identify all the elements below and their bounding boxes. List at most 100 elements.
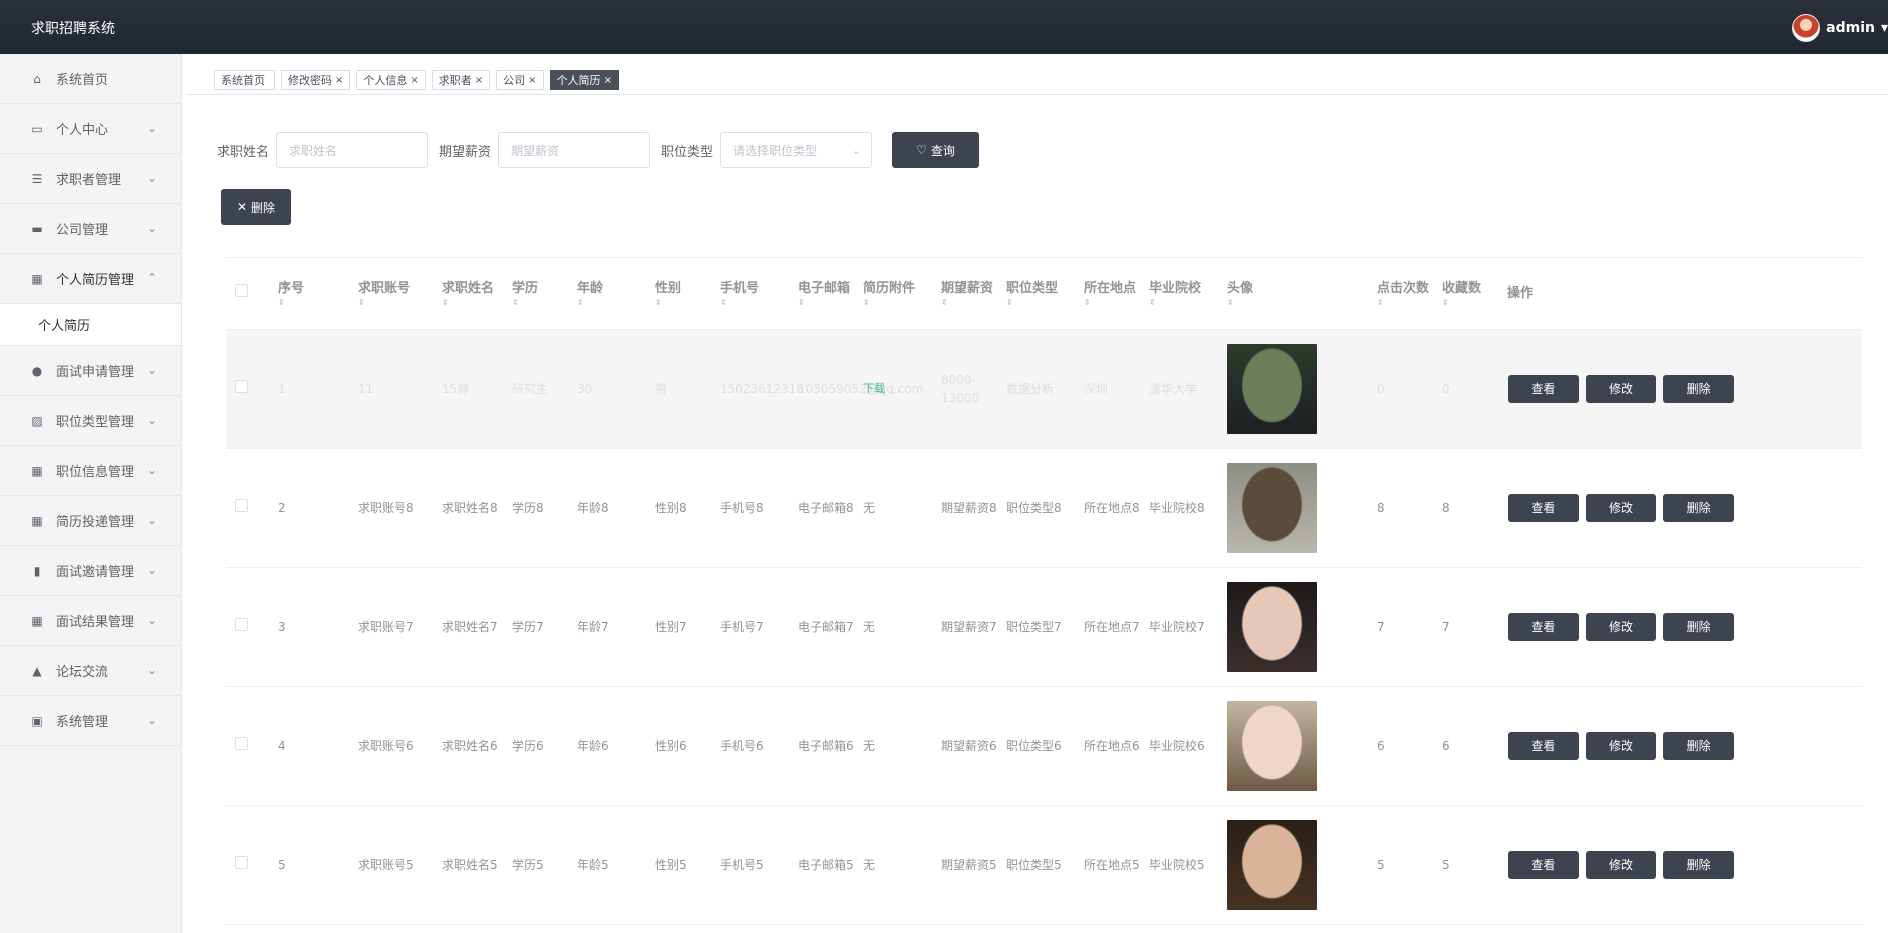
close-icon[interactable]: × xyxy=(604,75,612,86)
sidebar-item[interactable]: ▦ 个人简历管理 ⌃ xyxy=(0,254,181,304)
column-header-inner: 求职姓名 ⇕ xyxy=(442,280,504,308)
tab-5[interactable]: 个人简历 × xyxy=(549,70,619,90)
delete-button[interactable]: 删除 xyxy=(1663,375,1735,403)
chevron-down-icon[interactable]: ▾ xyxy=(1881,20,1888,36)
column-header[interactable]: 性别 ⇕ xyxy=(651,280,716,308)
cell-type: 职位类型6 xyxy=(1006,739,1062,753)
tab-4[interactable]: 公司 × xyxy=(496,70,544,90)
sort-icon[interactable]: ⇕ xyxy=(1084,298,1141,308)
sidebar-item[interactable]: ▣ 系统管理 ⌄ xyxy=(0,696,181,746)
sort-icon[interactable]: ⇕ xyxy=(1227,298,1369,308)
sort-icon[interactable]: ⇕ xyxy=(512,298,569,308)
sidebar-item[interactable]: ● 面试申请管理 ⌄ xyxy=(0,346,181,396)
row-checkbox[interactable] xyxy=(235,618,248,631)
column-header-inner: 毕业院校 ⇕ xyxy=(1149,280,1219,308)
column-header[interactable]: 操作 xyxy=(1503,285,1738,303)
row-checkbox[interactable] xyxy=(235,737,248,750)
sidebar-item[interactable]: ▦ 职位信息管理 ⌄ xyxy=(0,446,181,496)
close-icon[interactable]: × xyxy=(528,75,536,86)
delete-button[interactable]: 删除 xyxy=(1663,494,1735,522)
edit-button[interactable]: 修改 xyxy=(1585,613,1657,641)
sidebar-item[interactable]: ▦ 面试结果管理 ⌄ xyxy=(0,596,181,646)
close-icon[interactable]: × xyxy=(335,75,343,86)
sort-icon[interactable]: ⇕ xyxy=(798,298,855,308)
column-header[interactable]: 所在地点 ⇕ xyxy=(1080,280,1145,308)
table-row[interactable]: 5 求职账号5 求职姓名5 学历5 年龄5 性别5 手机号5 电子邮箱5 无 期望薪资5 职位类型5… xyxy=(226,806,1862,925)
view-button[interactable]: 查看 xyxy=(1508,732,1579,760)
tab-3[interactable]: 求职者 × xyxy=(431,70,491,90)
column-header[interactable]: 手机号 ⇕ xyxy=(716,280,794,308)
divider xyxy=(186,94,1888,95)
sort-icon[interactable]: ⇕ xyxy=(358,298,434,308)
view-button[interactable]: 查看 xyxy=(1508,851,1579,879)
sidebar-item[interactable]: ▨ 职位类型管理 ⌄ xyxy=(0,396,181,446)
sort-icon[interactable]: ⇕ xyxy=(1149,298,1219,308)
salary-search-input[interactable]: 期望薪资 xyxy=(498,132,651,168)
column-header[interactable]: 电子邮箱 ⇕ xyxy=(794,280,859,308)
row-checkbox[interactable] xyxy=(235,499,248,512)
column-header[interactable]: 求职姓名 ⇕ xyxy=(438,280,508,308)
table-row[interactable]: 4 求职账号6 求职姓名6 学历6 年龄6 性别6 手机号6 电子邮箱6 无 期望薪资6 职位类型6… xyxy=(226,687,1862,806)
view-button[interactable]: 查看 xyxy=(1508,375,1579,403)
edit-button[interactable]: 修改 xyxy=(1585,732,1657,760)
sort-icon[interactable]: ⇕ xyxy=(577,298,647,308)
sidebar-item[interactable]: ▲ 论坛交流 ⌄ xyxy=(0,646,181,696)
sidebar-subitem-resume[interactable]: 个人简历 xyxy=(0,304,181,346)
sidebar-item[interactable]: ▬ 公司管理 ⌄ xyxy=(0,204,181,254)
user-name[interactable]: admin xyxy=(1826,20,1875,36)
batch-delete-button[interactable]: ✕ 删除 xyxy=(221,189,291,225)
column-header[interactable]: 收藏数 ⇕ xyxy=(1438,280,1503,308)
column-header[interactable]: 毕业院校 ⇕ xyxy=(1145,280,1223,308)
sort-icon[interactable]: ⇕ xyxy=(1442,298,1499,308)
column-header[interactable]: 求职账号 ⇕ xyxy=(354,280,438,308)
sort-icon[interactable]: ⇕ xyxy=(442,298,504,308)
sidebar-item[interactable]: ☰ 求职者管理 ⌄ xyxy=(0,154,181,204)
search-button-label: 查询 xyxy=(930,143,955,158)
edit-button[interactable]: 修改 xyxy=(1585,851,1657,879)
table-row[interactable]: 2 求职账号8 求职姓名8 学历8 年龄8 性别8 手机号8 电子邮箱8 无 期望薪资8 职位类型8… xyxy=(226,449,1862,568)
edit-button[interactable]: 修改 xyxy=(1585,494,1657,522)
tab-1[interactable]: 修改密码 × xyxy=(281,70,351,90)
sort-icon[interactable]: ⇕ xyxy=(1377,298,1434,308)
delete-button[interactable]: 删除 xyxy=(1663,613,1735,641)
job-type-select[interactable]: 请选择职位类型 ⌄ xyxy=(720,132,873,168)
sort-icon[interactable]: ⇕ xyxy=(278,298,350,308)
name-search-input[interactable]: 求职姓名 xyxy=(276,132,429,168)
delete-button[interactable]: 删除 xyxy=(1663,851,1735,879)
row-checkbox[interactable] xyxy=(235,380,248,393)
cell-attach[interactable]: 下载 xyxy=(859,380,937,398)
search-button[interactable]: ♡ 查询 xyxy=(892,132,980,168)
column-header[interactable]: 职位类型 ⇕ xyxy=(1002,280,1080,308)
tab-0[interactable]: 系统首页 xyxy=(214,70,275,90)
column-header[interactable]: 点击次数 ⇕ xyxy=(1373,280,1438,308)
delete-button[interactable]: 删除 xyxy=(1663,732,1735,760)
view-button[interactable]: 查看 xyxy=(1508,494,1579,522)
sort-icon[interactable]: ⇕ xyxy=(720,298,790,308)
column-header[interactable]: 简历附件 ⇕ xyxy=(859,280,937,308)
close-icon[interactable]: × xyxy=(475,75,483,86)
table-row[interactable]: 1 11 15静 研究生 30 男 15023612316 105059052@qq.com 下… xyxy=(226,330,1862,449)
select-all-checkbox[interactable] xyxy=(235,284,248,297)
cell-salary: 期望薪资6 xyxy=(941,739,997,753)
edit-button[interactable]: 修改 xyxy=(1585,375,1657,403)
sort-icon[interactable]: ⇕ xyxy=(655,298,712,308)
tab-2[interactable]: 个人信息 × xyxy=(356,70,426,90)
sidebar-item[interactable]: ⌂ 系统首页 xyxy=(0,54,181,104)
view-button[interactable]: 查看 xyxy=(1508,613,1579,641)
row-checkbox[interactable] xyxy=(235,856,248,869)
sidebar-item[interactable]: ▭ 个人中心 ⌄ xyxy=(0,104,181,154)
column-header[interactable]: 期望薪资 ⇕ xyxy=(937,280,1002,308)
column-header[interactable]: 年龄 ⇕ xyxy=(573,280,651,308)
user-menu[interactable]: admin ▾ xyxy=(1792,13,1888,43)
sort-icon[interactable]: ⇕ xyxy=(863,298,933,308)
avatar[interactable] xyxy=(1792,14,1821,42)
column-header[interactable]: 头像 ⇕ xyxy=(1223,280,1373,308)
close-icon[interactable]: × xyxy=(410,75,418,86)
sort-icon[interactable]: ⇕ xyxy=(941,298,998,308)
column-header[interactable]: 序号 ⇕ xyxy=(274,280,354,308)
column-header[interactable]: 学历 ⇕ xyxy=(508,280,573,308)
sidebar-item[interactable]: ▮ 面试邀请管理 ⌄ xyxy=(0,546,181,596)
sidebar-item[interactable]: ▦ 简历投递管理 ⌄ xyxy=(0,496,181,546)
sort-icon[interactable]: ⇕ xyxy=(1006,298,1076,308)
table-row[interactable]: 3 求职账号7 求职姓名7 学历7 年龄7 性别7 手机号7 电子邮箱7 无 期望薪资7 职位类型7… xyxy=(226,568,1862,687)
